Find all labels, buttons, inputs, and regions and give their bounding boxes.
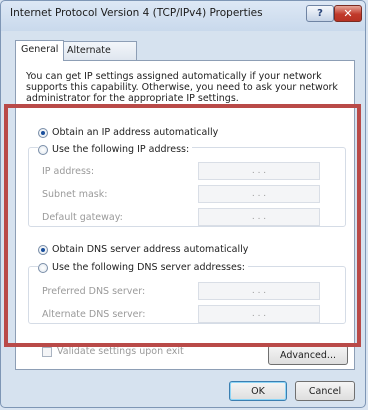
alternate-dns-value: . . . <box>251 309 267 319</box>
tab-general[interactable]: General <box>15 40 65 61</box>
default-gateway-value: . . . <box>251 212 267 222</box>
obtain-dns-auto-label: Obtain DNS server address automatically <box>52 244 249 255</box>
validate-settings-checkbox[interactable]: Validate settings upon exit <box>42 346 184 357</box>
window-title: Internet Protocol Version 4 (TCP/IPv4) P… <box>10 7 263 19</box>
radio-unselected-icon <box>38 144 48 155</box>
intro-text: You can get IP settings assigned automat… <box>26 71 338 104</box>
obtain-ip-auto-radio[interactable]: Obtain an IP address automatically <box>38 127 218 138</box>
preferred-dns-value: . . . <box>251 286 267 296</box>
default-gateway-label: Default gateway: <box>42 212 123 223</box>
preferred-dns-label: Preferred DNS server: <box>42 286 146 297</box>
radio-unselected-icon <box>38 262 48 273</box>
ip-address-value: . . . <box>251 166 267 176</box>
close-icon: ✕ <box>343 7 353 20</box>
alternate-dns-field[interactable]: . . . <box>198 305 320 323</box>
default-gateway-field[interactable]: . . . <box>198 208 320 226</box>
radio-selected-icon <box>38 244 48 255</box>
tab-alternate-configuration[interactable]: Alternate Configuration <box>61 41 138 74</box>
ip-address-field[interactable]: . . . <box>198 162 320 180</box>
radio-selected-icon <box>38 127 48 138</box>
use-following-ip-radio[interactable]: Use the following IP address: <box>38 144 193 155</box>
advanced-button[interactable]: Advanced... <box>268 345 348 365</box>
cancel-button[interactable]: Cancel <box>295 381 355 401</box>
subnet-mask-value: . . . <box>251 189 267 199</box>
use-following-dns-radio[interactable]: Use the following DNS server addresses: <box>38 262 248 273</box>
dialog-window: Internet Protocol Version 4 (TCP/IPv4) P… <box>0 0 366 408</box>
help-icon: ? <box>317 8 323 19</box>
validate-settings-label: Validate settings upon exit <box>57 346 184 357</box>
obtain-dns-auto-radio[interactable]: Obtain DNS server address automatically <box>38 244 248 255</box>
obtain-ip-auto-label: Obtain an IP address automatically <box>52 127 219 138</box>
preferred-dns-field[interactable]: . . . <box>198 282 320 300</box>
close-button[interactable]: ✕ <box>334 5 362 22</box>
general-panel: You can get IP settings assigned automat… <box>15 60 355 370</box>
use-following-ip-label: Use the following IP address: <box>52 144 190 155</box>
ip-address-label: IP address: <box>42 166 95 177</box>
subnet-mask-field[interactable]: . . . <box>198 185 320 203</box>
alternate-dns-label: Alternate DNS server: <box>42 309 146 320</box>
help-button[interactable]: ? <box>306 5 334 22</box>
subnet-mask-label: Subnet mask: <box>42 189 108 200</box>
ok-button[interactable]: OK <box>229 381 287 401</box>
use-following-dns-label: Use the following DNS server addresses: <box>52 262 245 273</box>
checkbox-icon <box>42 346 52 357</box>
